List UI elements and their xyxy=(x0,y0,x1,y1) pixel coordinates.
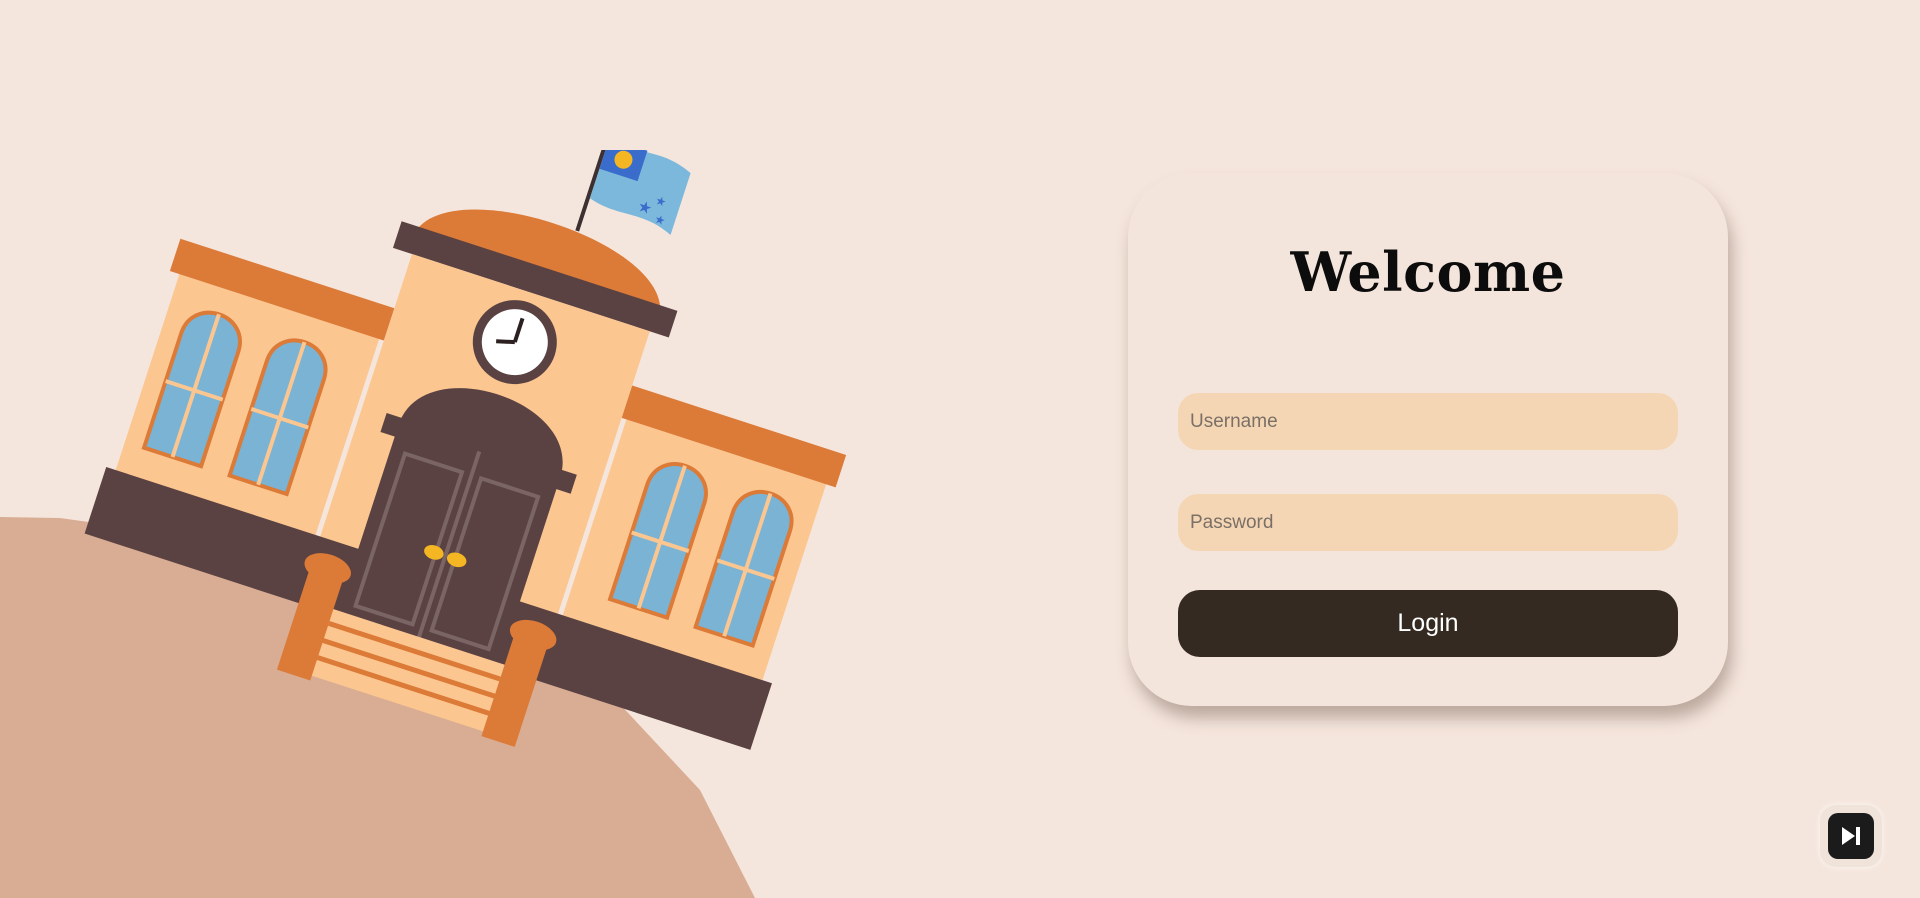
login-button[interactable]: Login xyxy=(1178,590,1678,657)
skip-button-container xyxy=(1820,805,1882,867)
password-input[interactable] xyxy=(1178,494,1678,551)
username-input[interactable] xyxy=(1178,393,1678,450)
skip-button[interactable] xyxy=(1828,813,1874,859)
login-card: Welcome Login xyxy=(1128,173,1728,706)
welcome-title: Welcome xyxy=(1290,240,1566,304)
school-building-illustration: ★ ★ ★ xyxy=(84,150,847,750)
skip-forward-icon xyxy=(1842,827,1860,845)
login-page: ★ ★ ★ Welcome Username Login xyxy=(0,0,1920,898)
